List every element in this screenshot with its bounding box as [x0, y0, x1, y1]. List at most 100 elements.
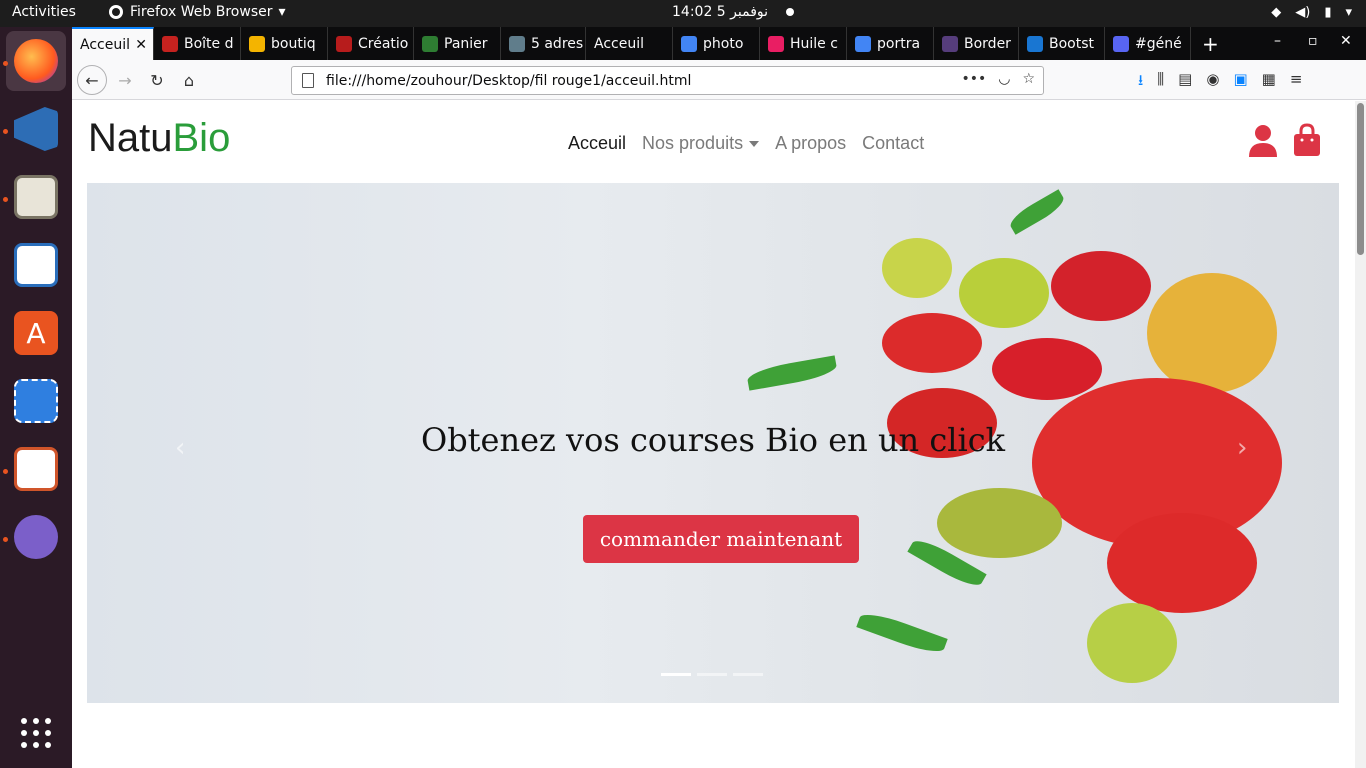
nav-home[interactable]: Acceuil [568, 133, 626, 154]
favicon-icon [249, 35, 265, 52]
url-text: file:///home/zouhour/Desktop/fil rouge1/… [326, 72, 692, 89]
browser-tab[interactable]: portra [847, 27, 934, 60]
more-actions-icon[interactable]: ••• [961, 71, 986, 87]
app-menu-label: Firefox Web Browser [130, 4, 273, 20]
tab-label: #géné [1135, 35, 1182, 52]
browser-tab[interactable]: Acceuil ✕ [72, 27, 154, 60]
page-scrollbar[interactable] [1355, 101, 1366, 768]
software-store-icon: A [14, 311, 58, 355]
dock-network[interactable] [6, 507, 66, 567]
browser-tab[interactable]: Boîte d [154, 27, 241, 60]
extensions-icon[interactable]: ▦ [1262, 70, 1276, 95]
screenshot-icon[interactable]: ▣ [1233, 70, 1247, 95]
close-tab-icon[interactable]: ✕ [135, 37, 147, 53]
running-indicator-icon [3, 61, 8, 66]
leaf-decoration [1006, 189, 1068, 235]
home-button[interactable]: ⌂ [176, 67, 202, 93]
library-icon[interactable]: ⫼ [1157, 70, 1164, 95]
new-tab-icon[interactable]: + [1202, 32, 1219, 56]
dock-software[interactable]: A [6, 303, 66, 363]
url-bar[interactable]: file:///home/zouhour/Desktop/fil rouge1/… [291, 66, 1044, 95]
dock: A [0, 27, 72, 768]
close-window-icon[interactable]: ✕ [1340, 33, 1352, 49]
favicon-icon [768, 35, 784, 52]
system-tray[interactable]: ◆ ◀) ▮ ▾ [1271, 5, 1352, 20]
browser-tab[interactable]: Acceuil [586, 27, 673, 60]
tab-label: 5 adres [531, 35, 584, 52]
carousel-indicator[interactable] [661, 673, 691, 676]
favicon-icon [942, 35, 958, 52]
browser-tab[interactable]: boutiq [241, 27, 328, 60]
nav-products[interactable]: Nos produits [642, 133, 760, 154]
user-icon[interactable] [1248, 123, 1278, 157]
back-button[interactable]: ← [77, 65, 107, 95]
browser-tab[interactable]: Créatio [328, 27, 414, 60]
hamburger-menu-icon[interactable]: ≡ [1290, 70, 1303, 95]
app-menu[interactable]: Firefox Web Browser ▾ [108, 4, 286, 20]
browser-tab[interactable]: #géné [1105, 27, 1191, 60]
impress-icon [14, 447, 58, 491]
brand-part-1: Natu [88, 116, 173, 160]
nav-contact[interactable]: Contact [862, 133, 924, 154]
minimize-icon[interactable]: – [1274, 33, 1281, 49]
sidebar-icon[interactable]: ▤ [1178, 70, 1192, 95]
site-nav: Acceuil Nos produits A propos Contact [568, 133, 924, 154]
clock[interactable]: 14:02 5 نوفمبر [672, 4, 795, 20]
dock-vscode[interactable] [6, 99, 66, 159]
favicon-icon [336, 35, 352, 52]
scrollbar-thumb[interactable] [1357, 103, 1364, 255]
web-page: NatuBio Acceuil Nos produits A propos Co… [72, 101, 1355, 768]
pocket-icon[interactable]: ◡ [998, 71, 1010, 87]
dock-impress[interactable] [6, 439, 66, 499]
favicon-icon [1027, 35, 1043, 52]
show-apps-button[interactable] [6, 703, 66, 763]
forward-button[interactable]: → [112, 67, 138, 93]
chevron-down-icon: ▾ [1345, 5, 1352, 20]
favicon-icon [681, 35, 697, 52]
maximize-icon[interactable]: ▫ [1308, 33, 1318, 49]
writer-icon [14, 243, 58, 287]
files-icon [14, 175, 58, 219]
carousel-next-icon[interactable]: › [1237, 433, 1247, 463]
browser-tab[interactable]: Panier [414, 27, 501, 60]
favicon-icon [855, 35, 871, 52]
favicon-icon [422, 35, 438, 52]
account-icon[interactable]: ◉ [1206, 70, 1219, 95]
running-indicator-icon [3, 129, 8, 134]
activities-button[interactable]: Activities [12, 4, 76, 20]
tab-label: Bootst [1049, 35, 1095, 52]
screenshot-icon [14, 379, 58, 423]
dock-firefox[interactable] [6, 31, 66, 91]
browser-tab[interactable]: 5 adres [501, 27, 586, 60]
dock-screenshot[interactable] [6, 371, 66, 431]
tab-label: Créatio [358, 35, 409, 52]
carousel-indicators [661, 673, 763, 676]
vscode-icon [14, 107, 58, 151]
browser-tab[interactable]: Bootst [1019, 27, 1105, 60]
battery-icon: ▮ [1324, 5, 1332, 20]
carousel-indicator[interactable] [733, 673, 763, 676]
carousel-indicator[interactable] [697, 673, 727, 676]
clock-label: 14:02 5 نوفمبر [672, 4, 769, 20]
bookmark-star-icon[interactable]: ☆ [1022, 71, 1035, 87]
pear-image [1147, 273, 1277, 393]
volume-icon: ◀) [1295, 5, 1311, 20]
pear-image [882, 238, 952, 298]
dock-writer[interactable] [6, 235, 66, 295]
browser-tab[interactable]: photo [673, 27, 760, 60]
reload-button[interactable]: ↻ [144, 67, 170, 93]
dock-files[interactable] [6, 167, 66, 227]
site-logo[interactable]: NatuBio [88, 116, 230, 161]
tab-label: Boîte d [184, 35, 234, 52]
grid-icon [21, 718, 51, 748]
pear-image [959, 258, 1049, 328]
browser-tab[interactable]: Huile c [760, 27, 847, 60]
browser-tab[interactable]: Border [934, 27, 1019, 60]
download-icon[interactable]: ⭳ [1138, 70, 1143, 95]
nav-about[interactable]: A propos [775, 133, 846, 154]
shopping-bag-icon[interactable] [1292, 123, 1322, 157]
carousel-prev-icon[interactable]: ‹ [175, 433, 185, 463]
tab-label: Acceuil [594, 35, 644, 52]
leaf-decoration [745, 355, 839, 391]
order-now-button[interactable]: commander maintenant [583, 515, 859, 563]
